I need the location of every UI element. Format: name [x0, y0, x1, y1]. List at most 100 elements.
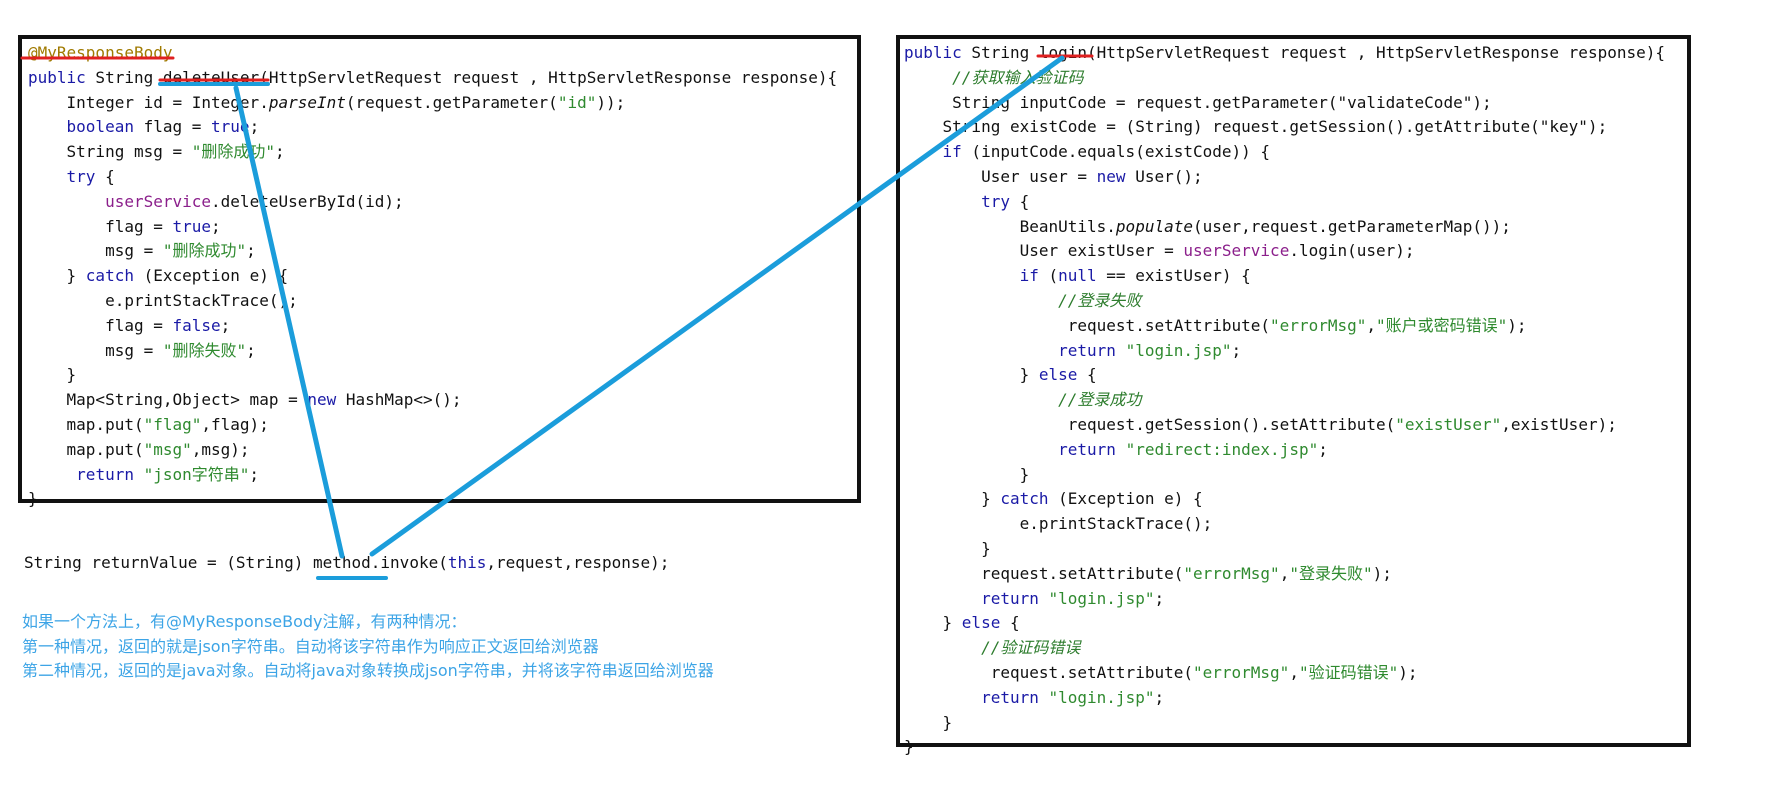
- code-token: String returnValue = (String): [24, 553, 313, 572]
- code-token: ,flag);: [201, 414, 269, 434]
- code-line: flag = true;: [28, 215, 837, 240]
- code-token: ;: [1154, 588, 1165, 608]
- code-token: ;: [249, 117, 260, 137]
- code-token: request.getSession().setAttribute(: [904, 414, 1396, 434]
- comment-token: //登录成功: [1058, 390, 1142, 410]
- code-line: }: [28, 487, 837, 512]
- code-token: }: [28, 266, 86, 286]
- code-line: request.setAttribute("errorMsg","账户或密码错误…: [904, 314, 1665, 339]
- string-token: "redirect:index.jsp": [1125, 439, 1319, 459]
- string-token: "errorMsg": [1183, 563, 1280, 583]
- code-token: ;: [220, 315, 231, 335]
- field-token: userService: [105, 191, 212, 211]
- string-token: "id": [557, 92, 597, 112]
- code-token: }: [904, 489, 1001, 509]
- keyword-token: return: [1058, 439, 1116, 459]
- code-token: ,: [1366, 315, 1377, 335]
- string-token: "flag": [143, 414, 202, 434]
- delete-user-code-block: @MyResponseBody public String deleteUser(…: [18, 35, 861, 508]
- code-line: String inputCode = request.getParameter(…: [904, 91, 1665, 116]
- code-token: (request.getParameter(: [345, 92, 558, 112]
- method-name-delete-user: deleteUser: [162, 67, 260, 87]
- code-line: @MyResponseBody: [28, 41, 837, 66]
- note-line: 第二种情况，返回的是java对象。自动将java对象转换成json字符串，并将该…: [22, 661, 714, 680]
- keyword-token: catch: [1000, 489, 1049, 509]
- string-token: "login.jsp": [1048, 687, 1155, 707]
- code-token: );: [1507, 315, 1527, 335]
- string-token: "json字符串": [143, 464, 250, 484]
- code-token: User existUser =: [904, 241, 1184, 261]
- note-line: 如果一个方法上，有@MyResponseBody注解，有两种情况：: [22, 612, 467, 631]
- code-line: Integer id = Integer.parseInt(request.ge…: [28, 91, 837, 116]
- keyword-token: false: [172, 315, 221, 335]
- annotation-token: @MyResponseBody: [28, 43, 173, 62]
- code-token: (: [1038, 266, 1059, 286]
- code-token: BeanUtils.: [904, 216, 1116, 236]
- code-token: }: [28, 365, 77, 385]
- string-token: "删除失败": [162, 340, 247, 360]
- keyword-token: return: [1058, 340, 1116, 360]
- code-token: }: [904, 712, 953, 732]
- string-token: "登录失败": [1289, 563, 1373, 583]
- code-token: .invoke(: [370, 553, 448, 572]
- code-token: ;: [246, 340, 256, 360]
- code-line: msg = "删除失败";: [28, 339, 837, 364]
- code-token: (inputCode.equals(existCode)) {: [961, 142, 1271, 162]
- code-line: request.setAttribute("errorMsg","登录失败");: [904, 562, 1665, 587]
- code-line: } else {: [904, 363, 1665, 388]
- code-line: return "login.jsp";: [904, 686, 1665, 711]
- code-line: return "login.jsp";: [904, 587, 1665, 612]
- string-token: "账户或密码错误": [1376, 315, 1508, 335]
- code-line: String msg = "删除成功";: [28, 140, 837, 165]
- string-token: "msg": [143, 439, 192, 459]
- string-token: "删除成功": [162, 241, 247, 261]
- comment-token: //获取输入验证码: [952, 67, 1084, 87]
- code-token: ,msg);: [191, 439, 250, 459]
- code-token: e.printStackTrace();: [904, 514, 1213, 534]
- code-line: request.setAttribute("errorMsg","验证码错误")…: [904, 661, 1665, 686]
- code-line: msg = "删除成功";: [28, 239, 837, 264]
- field-token: userService: [1183, 241, 1290, 261]
- comment-token: //登录失败: [1058, 290, 1142, 310]
- string-token: "验证码错误": [1298, 662, 1399, 682]
- login-code: public String login(HttpServletRequest r…: [904, 41, 1665, 760]
- keyword-token: try: [66, 166, 96, 186]
- keyword-token: public: [904, 43, 962, 62]
- code-token: }: [904, 365, 1039, 385]
- code-token: User user =: [904, 166, 1097, 186]
- code-token: .login(user);: [1289, 241, 1415, 261]
- keyword-token: else: [961, 613, 1001, 633]
- keyword-token: if: [942, 142, 962, 162]
- code-token: flag =: [28, 216, 173, 236]
- code-token: (Exception e) {: [1048, 489, 1203, 509]
- code-token: String inputCode = request.getParameter(…: [904, 92, 1492, 112]
- string-token: "删除成功": [191, 142, 276, 162]
- code-token: String existCode = (String) request.getS…: [904, 117, 1608, 137]
- code-token: request.setAttribute(: [904, 662, 1193, 682]
- code-line: map.put("msg",msg);: [28, 438, 837, 463]
- code-token: {: [1077, 365, 1097, 385]
- code-line: //登录成功: [904, 388, 1665, 413]
- keyword-token: public: [28, 67, 86, 87]
- method-variable-token: method: [312, 553, 371, 572]
- code-token: .deleteUserById(id);: [211, 191, 404, 211]
- static-method-token: parseInt: [268, 92, 346, 112]
- code-token: (HttpServletRequest request , HttpServle…: [259, 67, 838, 87]
- code-token: }: [904, 613, 962, 633]
- keyword-token: else: [1038, 365, 1078, 385]
- code-line: map.put("flag",flag);: [28, 413, 837, 438]
- code-line: if (null == existUser) {: [904, 264, 1665, 289]
- method-name-login: login: [1038, 43, 1088, 62]
